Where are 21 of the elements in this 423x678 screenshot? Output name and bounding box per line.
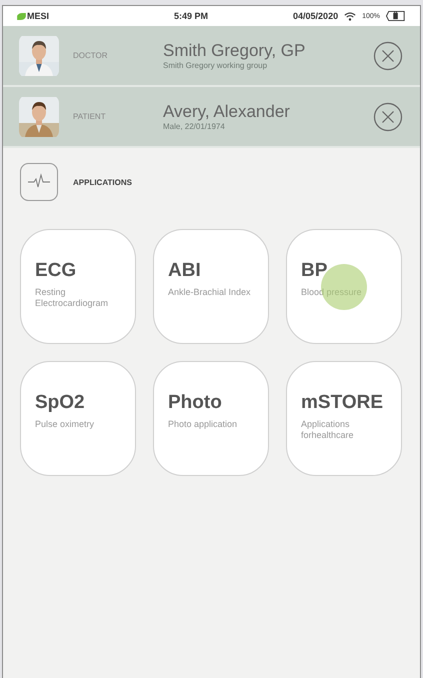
section-title: APPLICATIONS <box>73 178 132 186</box>
close-button[interactable] <box>373 40 403 70</box>
person-detail: Male, 22/01/1974 <box>163 122 226 131</box>
app-tile[interactable]: mSTORE Applications forhealthcare <box>286 361 402 476</box>
battery-charging-icon <box>386 11 406 21</box>
app-tile[interactable]: ABI Ankle-Brachial Index <box>153 229 269 344</box>
close-button[interactable] <box>373 102 403 132</box>
role-label: DOCTOR <box>72 51 109 60</box>
app-tile[interactable]: Photo Photo application <box>153 361 269 476</box>
app-tile[interactable]: SpO2 Pulse oximetry <box>20 361 136 476</box>
person-detail: Smith Gregory working group <box>163 61 268 70</box>
brand-name: MESI <box>27 11 50 21</box>
person-name: Avery, Alexander <box>163 102 291 122</box>
date: 04/05/2020 <box>293 11 338 21</box>
app-tile[interactable]: ECG Resting Electrocardiogram <box>20 229 136 344</box>
wifi-icon <box>344 12 356 20</box>
role-label: PATIENT <box>72 112 107 121</box>
person-name: Smith Gregory, GP <box>163 41 306 61</box>
leaf-icon <box>17 12 26 20</box>
clock-time: 5:49 PM <box>174 11 208 21</box>
heartbeat-icon <box>20 163 58 201</box>
